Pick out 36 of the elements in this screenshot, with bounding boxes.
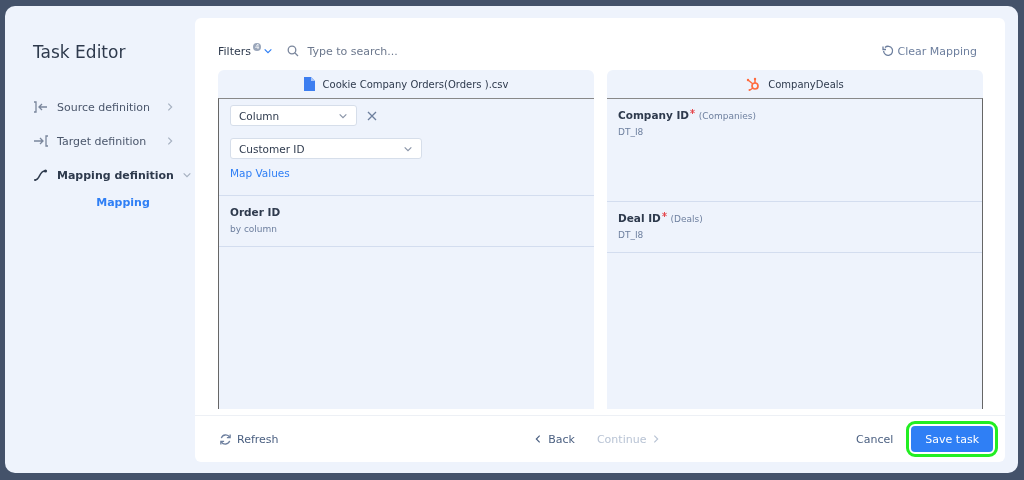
chevron-icon bbox=[165, 102, 175, 112]
reset-icon bbox=[881, 45, 894, 57]
column-title: CompanyDeals bbox=[768, 78, 844, 90]
chevron-icon bbox=[165, 136, 175, 146]
field-type: DT_I8 bbox=[618, 230, 645, 240]
bracket-arrow-icon bbox=[33, 135, 49, 147]
column-title: Cookie Company Orders(Orders ).csv bbox=[322, 78, 509, 90]
refresh-icon bbox=[219, 432, 232, 446]
csv-file-icon bbox=[303, 77, 315, 91]
chevron-icon bbox=[181, 170, 192, 180]
sprocket-icon bbox=[746, 77, 761, 91]
search-field[interactable]: Type to search... bbox=[305, 43, 510, 59]
clear-mapping-button[interactable]: Clear Mapping bbox=[881, 44, 977, 58]
map-values-link[interactable]: Map Values bbox=[230, 167, 290, 179]
close-button[interactable] bbox=[367, 110, 377, 121]
sidebar-item[interactable]: Target definition bbox=[33, 124, 175, 158]
dialog-title: Task Editor bbox=[33, 42, 127, 62]
cancel-button[interactable]: Cancel bbox=[856, 432, 894, 446]
back-button[interactable]: Back bbox=[533, 432, 575, 446]
field-name: Deal ID bbox=[618, 212, 661, 224]
object-name: (Companies) bbox=[698, 111, 756, 121]
field-type: DT_I8 bbox=[618, 127, 645, 137]
close-icon bbox=[367, 110, 377, 121]
curve-icon bbox=[33, 169, 49, 181]
object-name: (Deals) bbox=[670, 214, 703, 224]
refresh-button[interactable]: Refresh bbox=[219, 432, 279, 446]
field-name: Order ID bbox=[230, 206, 282, 218]
sidebar-item[interactable]: Source definition bbox=[33, 90, 175, 124]
field-name: Company ID bbox=[618, 109, 690, 121]
chevron-icon bbox=[263, 46, 274, 56]
field-detail: by column bbox=[230, 224, 279, 234]
field-dropdown[interactable]: Customer ID bbox=[230, 138, 422, 159]
search-icon bbox=[287, 45, 300, 57]
sidebar-item[interactable]: Mapping definition bbox=[33, 158, 192, 192]
type-dropdown[interactable]: Column bbox=[230, 105, 357, 126]
bracket-arrow-icon bbox=[33, 101, 49, 113]
